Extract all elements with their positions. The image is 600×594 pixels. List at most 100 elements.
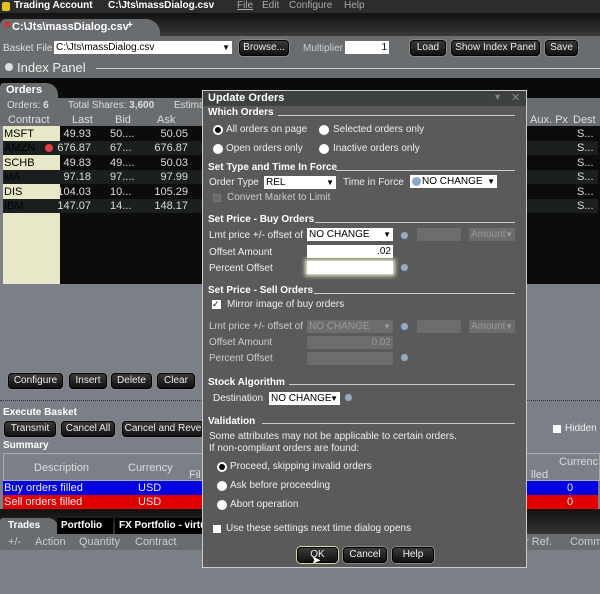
col-currency-2[interactable]: Currenc [559,456,598,468]
col-comm[interactable]: Comm [570,536,600,548]
buy-percent-input[interactable] [307,261,393,274]
tab-portfolio[interactable]: Portfolio [57,518,113,534]
basket-file-label: Basket File [3,43,53,54]
close-icon[interactable]: ✕ [511,91,520,104]
add-tab-button[interactable]: + [127,20,133,31]
help-button[interactable]: Help [392,547,434,563]
col-aux-px[interactable]: Aux. Px [530,114,568,126]
cell-ask: 97.99 [160,171,188,184]
col-order-ref[interactable]: r Ref. [525,536,552,548]
order-type-select[interactable]: REL [264,176,336,189]
load-button[interactable]: Load [410,40,446,56]
minimize-icon[interactable]: ▾ [495,92,500,103]
sell-lmt-label: Lmt price +/- offset of [209,321,304,332]
radio-ask[interactable] [217,481,227,491]
cell-ask: 105.29 [154,185,188,198]
browse-button[interactable]: Browse... [239,40,289,56]
col-bid[interactable]: Bid [115,114,131,126]
tab-fx-portfolio[interactable]: FX Portfolio - virtua [115,518,205,534]
section-which-orders: Which Orders [208,107,274,118]
cell-bid: 97.... [110,171,135,184]
expand-icon[interactable] [5,63,13,71]
tab-orders[interactable]: Orders [0,83,58,98]
index-panel-header[interactable]: Index Panel [17,60,86,75]
sell-lmt-select: NO CHANGE [307,320,393,333]
validation-text: If non-compliant orders are found: [209,443,360,454]
label: Ask before proceeding [230,480,331,491]
radio-open-orders[interactable] [213,144,223,154]
buy-lmt-select[interactable]: NO CHANGE [307,228,393,241]
save-button[interactable]: Save [545,40,578,56]
col-description[interactable]: Description [34,462,89,474]
col-action[interactable]: Action [35,536,66,548]
tif-label: Time in Force [343,177,404,188]
cell-dest: S... [577,142,594,155]
col-filled[interactable]: Fil [189,469,201,481]
configure-button[interactable]: Configure [8,373,63,389]
buy-lmt-label: Lmt price +/- offset of [209,230,304,241]
cell-contract: DIS [4,185,23,198]
cell-contract: SCHB [4,156,35,169]
close-icon[interactable]: ✖ [3,20,11,31]
col-contract[interactable]: Contract [8,114,50,126]
radio-all-orders[interactable] [213,125,223,135]
remember-checkbox[interactable] [213,525,221,533]
radio-selected-orders[interactable] [319,125,329,135]
radio-inactive-orders[interactable] [319,144,329,154]
help-icon[interactable] [400,231,409,240]
col-last[interactable]: Last [72,114,93,126]
cell-contract: MA [4,171,21,184]
tab-massdialog[interactable]: ✖ C:\Jts\massDialog.csv + [0,19,160,36]
destination-select[interactable]: NO CHANGE [269,392,340,405]
help-icon[interactable] [400,322,409,331]
buy-offset-input[interactable]: .02 [307,245,393,258]
section-buy: Set Price - Buy Orders [208,214,315,225]
menu-configure[interactable]: Configure [289,0,332,11]
execute-basket-header: Execute Basket [3,407,77,418]
col-filled-2[interactable]: lled [531,469,548,481]
col-plus-minus[interactable]: +/- [8,536,21,548]
convert-label: Convert Market to Limit [227,192,331,203]
delete-button[interactable]: Delete [111,373,152,389]
section-sell: Set Price - Sell Orders [208,285,314,296]
orders-count: Orders: 6 [7,100,49,111]
validation-text: Some attributes may not be applicable to… [209,431,457,442]
col-contract[interactable]: Contract [135,536,177,548]
hidden-checkbox[interactable] [553,425,561,433]
buy-percent-label: Percent Offset [209,263,273,274]
sell-lmt-value-input [417,320,461,333]
tif-select[interactable]: NO CHANGE [410,175,497,188]
menu-help[interactable]: Help [344,0,365,11]
cancel-and-reverse-button[interactable]: Cancel and Reve [122,421,204,437]
menu-file[interactable]: File [237,0,253,11]
tab-trades[interactable]: Trades [0,518,58,534]
divider [314,293,515,294]
divider [289,384,515,385]
radio-proceed[interactable] [217,462,227,472]
multiplier-input[interactable]: 1 [345,41,389,54]
basket-file-select[interactable]: C:\Jts\massDialog.csv [54,41,232,54]
remember-label: Use these settings next time dialog open… [226,523,412,534]
radio-abort[interactable] [217,500,227,510]
show-index-panel-button[interactable]: Show Index Panel [451,40,540,56]
insert-button[interactable]: Insert [69,373,107,389]
tif-icon [412,177,421,186]
help-icon[interactable] [400,263,409,272]
menu-edit[interactable]: Edit [262,0,279,11]
app-icon [2,2,10,11]
order-type-label: Order Type [209,177,259,188]
col-ask[interactable]: Ask [157,114,175,126]
col-dest[interactable]: Dest [573,114,596,126]
cancel-button[interactable]: Cancel [343,547,387,563]
help-icon[interactable] [344,393,353,402]
window-file-title: C:\Jts\massDialog.csv [108,0,215,11]
cell-bid: 50.... [110,128,135,140]
transmit-button[interactable]: Transmit [4,421,56,437]
cancel-all-button[interactable]: Cancel All [61,421,115,437]
mirror-checkbox[interactable]: ✓ [212,300,221,309]
col-currency[interactable]: Currency [128,462,173,474]
help-icon[interactable] [400,353,409,362]
cell-bid: 49.... [110,156,135,169]
clear-button[interactable]: Clear [157,373,195,389]
col-quantity[interactable]: Quantity [79,536,120,548]
